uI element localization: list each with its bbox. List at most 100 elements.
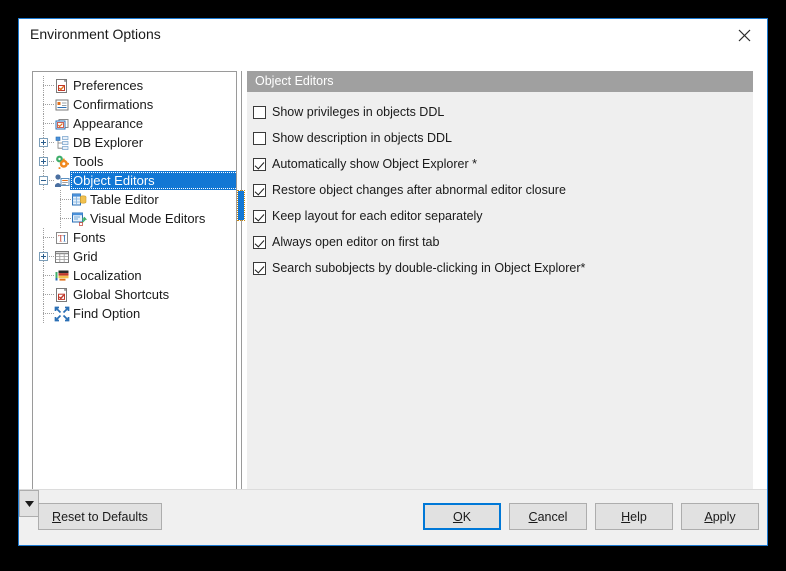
sidebar-item-localization[interactable]: Localization <box>33 266 236 285</box>
help-button[interactable]: Help <box>595 503 673 530</box>
checkbox-unchecked[interactable] <box>253 105 266 119</box>
preferences-icon <box>54 78 70 94</box>
cancel-button[interactable]: Cancel <box>509 503 587 530</box>
sidebar-item-fonts[interactable]: T I Fonts <box>33 228 236 247</box>
sidebar-item-grid[interactable]: Grid <box>33 247 236 266</box>
option-label: Show description in objects DDL <box>272 131 452 145</box>
checkbox-checked[interactable] <box>253 183 266 197</box>
sidebar-item-preferences[interactable]: Preferences <box>33 76 236 95</box>
option-row[interactable]: Show privileges in objects DDL <box>253 104 444 120</box>
collapse-icon[interactable] <box>39 176 48 185</box>
db-explorer-icon <box>54 135 70 151</box>
checkbox-checked[interactable] <box>253 209 266 223</box>
sidebar-item-label: Grid <box>73 249 98 264</box>
sidebar-item-find-option[interactable]: Find Option <box>33 304 236 323</box>
ok-mnemonic: O <box>452 509 463 524</box>
option-label: Automatically show Object Explorer * <box>272 157 477 171</box>
sidebar-item-label: DB Explorer <box>73 135 144 150</box>
splitter-grip[interactable] <box>237 190 245 221</box>
sidebar-item-tools[interactable]: Tools <box>33 152 236 171</box>
sidebar-item-visual-mode-editors[interactable]: Visual Mode Editors <box>33 209 236 228</box>
sidebar-item-label: Visual Mode Editors <box>90 211 206 226</box>
ok-label: OK <box>453 510 471 524</box>
sidebar-item-appearance[interactable]: Appearance <box>33 114 236 133</box>
visual-mode-editors-icon <box>71 211 88 227</box>
close-icon[interactable] <box>721 19 767 52</box>
window-title: Environment Options <box>30 26 161 42</box>
apply-rest: pply <box>712 509 736 524</box>
sidebar-item-label: Object Editors <box>70 171 236 190</box>
help-mnemonic: H <box>621 509 631 524</box>
tree-connector <box>60 199 71 201</box>
sidebar-item-confirmations[interactable]: Confirmations <box>33 95 236 114</box>
cancel-mnemonic: C <box>528 509 538 524</box>
object-editors-panel: Object Editors Show privileges in object… <box>247 71 753 512</box>
checkbox-checked[interactable] <box>253 261 266 275</box>
panel-header-title: Object Editors <box>255 74 334 88</box>
dialog-body: Preferences Confirmations Appearance DB Exp… <box>19 52 767 512</box>
option-row[interactable]: Keep layout for each editor separately <box>253 208 483 224</box>
option-row[interactable]: Restore object changes after abnormal ed… <box>253 182 566 198</box>
option-label: Show privileges in objects DDL <box>272 105 445 119</box>
tree-connector <box>43 275 54 277</box>
apply-label: Apply <box>704 510 735 524</box>
option-row[interactable]: Always open editor on first tab <box>253 234 439 250</box>
grid-icon <box>54 249 70 265</box>
tools-icon <box>54 154 70 170</box>
help-rest: elp <box>630 509 647 524</box>
option-row[interactable]: Automatically show Object Explorer * <box>253 156 477 172</box>
sidebar-item-label: Localization <box>73 268 142 283</box>
sidebar-item-global-shortcuts[interactable]: Global Shortcuts <box>33 285 236 304</box>
reset-to-defaults-button[interactable]: Reset to Defaults <box>38 503 162 530</box>
svg-text:I: I <box>63 234 66 244</box>
expand-icon[interactable] <box>39 252 48 261</box>
localization-icon <box>54 268 70 284</box>
splitter-line <box>241 71 242 512</box>
table-editor-icon <box>71 192 87 208</box>
checkbox-unchecked[interactable] <box>253 131 266 145</box>
options-tree[interactable]: Preferences Confirmations Appearance DB Exp… <box>32 71 237 512</box>
chevron-down-icon[interactable] <box>19 490 39 517</box>
cancel-label: Cancel <box>529 510 568 524</box>
global-shortcuts-icon <box>54 287 70 303</box>
sidebar-item-table-editor[interactable]: Table Editor <box>33 190 236 209</box>
checkbox-checked[interactable] <box>253 157 266 171</box>
confirmations-icon <box>54 97 70 113</box>
sidebar-item-db-explorer[interactable]: DB Explorer <box>33 133 236 152</box>
option-row[interactable]: Show description in objects DDL <box>253 130 452 146</box>
ok-rest: K <box>462 509 472 524</box>
sidebar-item-label: Global Shortcuts <box>73 287 170 302</box>
panel-splitter[interactable] <box>237 71 245 512</box>
appearance-icon <box>54 116 70 132</box>
reset-mnemonic: R <box>52 509 62 524</box>
panel-header: Object Editors <box>247 71 753 92</box>
title-bar: Environment Options <box>19 19 767 52</box>
object-editors-icon <box>54 173 70 189</box>
option-label: Always open editor on first tab <box>272 235 440 249</box>
expand-icon[interactable] <box>39 157 48 166</box>
apply-button[interactable]: Apply <box>681 503 759 530</box>
ok-button[interactable]: OK <box>423 503 501 530</box>
option-label: Search subobjects by double-clicking in … <box>272 261 586 275</box>
apply-mnemonic: A <box>704 509 713 524</box>
sidebar-item-object-editors[interactable]: Object Editors <box>33 171 236 190</box>
fonts-icon: TI <box>54 230 70 246</box>
tree-connector <box>43 123 54 125</box>
checkbox-checked[interactable] <box>253 235 266 249</box>
expand-icon[interactable] <box>39 138 48 147</box>
tree-connector <box>43 294 54 296</box>
tree-connector <box>43 237 54 239</box>
option-label: Keep layout for each editor separately <box>272 209 483 223</box>
tree-connector <box>43 85 54 87</box>
sidebar-item-label: Find Option <box>73 306 141 321</box>
cancel-rest: ancel <box>537 509 568 524</box>
option-label: Restore object changes after abnormal ed… <box>272 183 566 197</box>
sidebar-item-label: Table Editor <box>90 192 159 207</box>
tree-connector <box>43 104 54 106</box>
environment-options-dialog: Environment Options Preferences Confirmat… <box>18 18 768 546</box>
help-label: Help <box>621 510 647 524</box>
option-row[interactable]: Search subobjects by double-clicking in … <box>253 260 585 276</box>
find-option-icon <box>54 306 70 322</box>
tree-connector <box>43 313 54 315</box>
sidebar-item-label: Appearance <box>73 116 144 131</box>
